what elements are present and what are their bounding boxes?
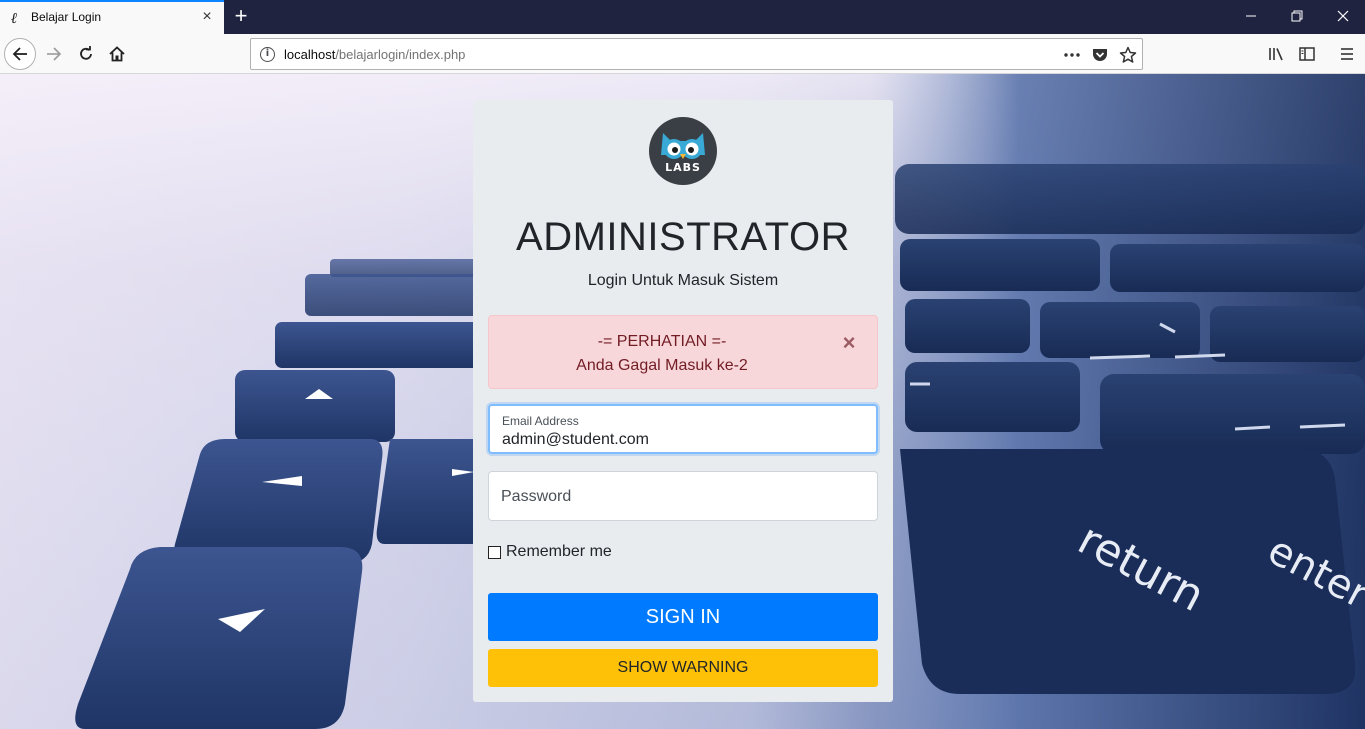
owl-logo-icon bbox=[661, 133, 705, 159]
tab-favicon-icon: ℓ bbox=[11, 9, 18, 27]
show-warning-button[interactable]: SHOW WARNING bbox=[488, 649, 878, 687]
address-bar[interactable]: i localhost/belajarlogin/index.php bbox=[250, 38, 1143, 70]
tab-strip: ℓ Belajar Login × + bbox=[0, 0, 1365, 34]
navigation-toolbar: i localhost/belajarlogin/index.php bbox=[0, 34, 1365, 74]
back-arrow-icon bbox=[12, 47, 27, 61]
forward-arrow-icon bbox=[47, 47, 62, 61]
browser-tab[interactable]: ℓ Belajar Login × bbox=[0, 0, 224, 34]
email-field[interactable]: Email Address admin@student.com bbox=[488, 404, 878, 454]
password-field[interactable]: Password bbox=[488, 471, 878, 521]
menu-icon[interactable] bbox=[1338, 45, 1356, 63]
page-subtitle: Login Untuk Masuk Sistem bbox=[587, 272, 779, 289]
close-window-icon[interactable] bbox=[1334, 7, 1352, 25]
url-path: /belajarlogin/index.php bbox=[335, 47, 466, 62]
minimize-icon[interactable] bbox=[1242, 7, 1260, 25]
danger-alert: -= PERHATIAN =- Anda Gagal Masuk ke-2 × bbox=[488, 315, 878, 389]
alert-message: Anda Gagal Masuk ke-2 bbox=[576, 357, 748, 374]
library-icon[interactable] bbox=[1267, 45, 1285, 63]
bookmark-star-icon[interactable] bbox=[1119, 46, 1137, 64]
back-button[interactable] bbox=[4, 38, 36, 70]
home-button[interactable] bbox=[101, 38, 133, 70]
login-card: LABS ADMINISTRATOR Login Untuk Masuk Sis… bbox=[473, 100, 893, 702]
remember-me-row[interactable]: Remember me bbox=[488, 542, 612, 562]
site-info-icon[interactable]: i bbox=[260, 47, 275, 62]
reload-icon bbox=[80, 46, 92, 60]
sign-in-button[interactable]: SIGN IN bbox=[488, 593, 878, 641]
sidebar-icon[interactable] bbox=[1298, 45, 1316, 63]
tab-close-icon[interactable]: × bbox=[199, 9, 215, 25]
tab-title: Belajar Login bbox=[31, 10, 102, 24]
restore-icon[interactable] bbox=[1288, 7, 1306, 25]
forward-button[interactable] bbox=[38, 38, 70, 70]
password-placeholder: Password bbox=[501, 488, 572, 505]
alert-heading: -= PERHATIAN =- bbox=[597, 333, 727, 350]
pocket-icon[interactable] bbox=[1091, 46, 1109, 64]
page-background: return enter LABS ADMINISTRATOR Login Un… bbox=[0, 74, 1365, 729]
url-text[interactable]: localhost/belajarlogin/index.php bbox=[284, 47, 465, 62]
logo-text: LABS bbox=[665, 161, 701, 174]
page-title: ADMINISTRATOR bbox=[516, 215, 850, 259]
remember-me-label[interactable]: Remember me bbox=[506, 543, 612, 561]
email-label: Email Address bbox=[502, 414, 579, 428]
home-icon bbox=[109, 46, 125, 62]
email-input-value[interactable]: admin@student.com bbox=[502, 431, 649, 449]
url-host: localhost bbox=[284, 47, 336, 62]
remember-me-checkbox[interactable] bbox=[488, 545, 501, 559]
new-tab-icon[interactable]: + bbox=[230, 5, 252, 27]
labs-owl-logo: LABS bbox=[649, 117, 717, 185]
alert-close-icon[interactable]: × bbox=[839, 332, 859, 354]
reload-button[interactable] bbox=[70, 38, 102, 70]
page-actions-icon[interactable] bbox=[1063, 46, 1081, 64]
